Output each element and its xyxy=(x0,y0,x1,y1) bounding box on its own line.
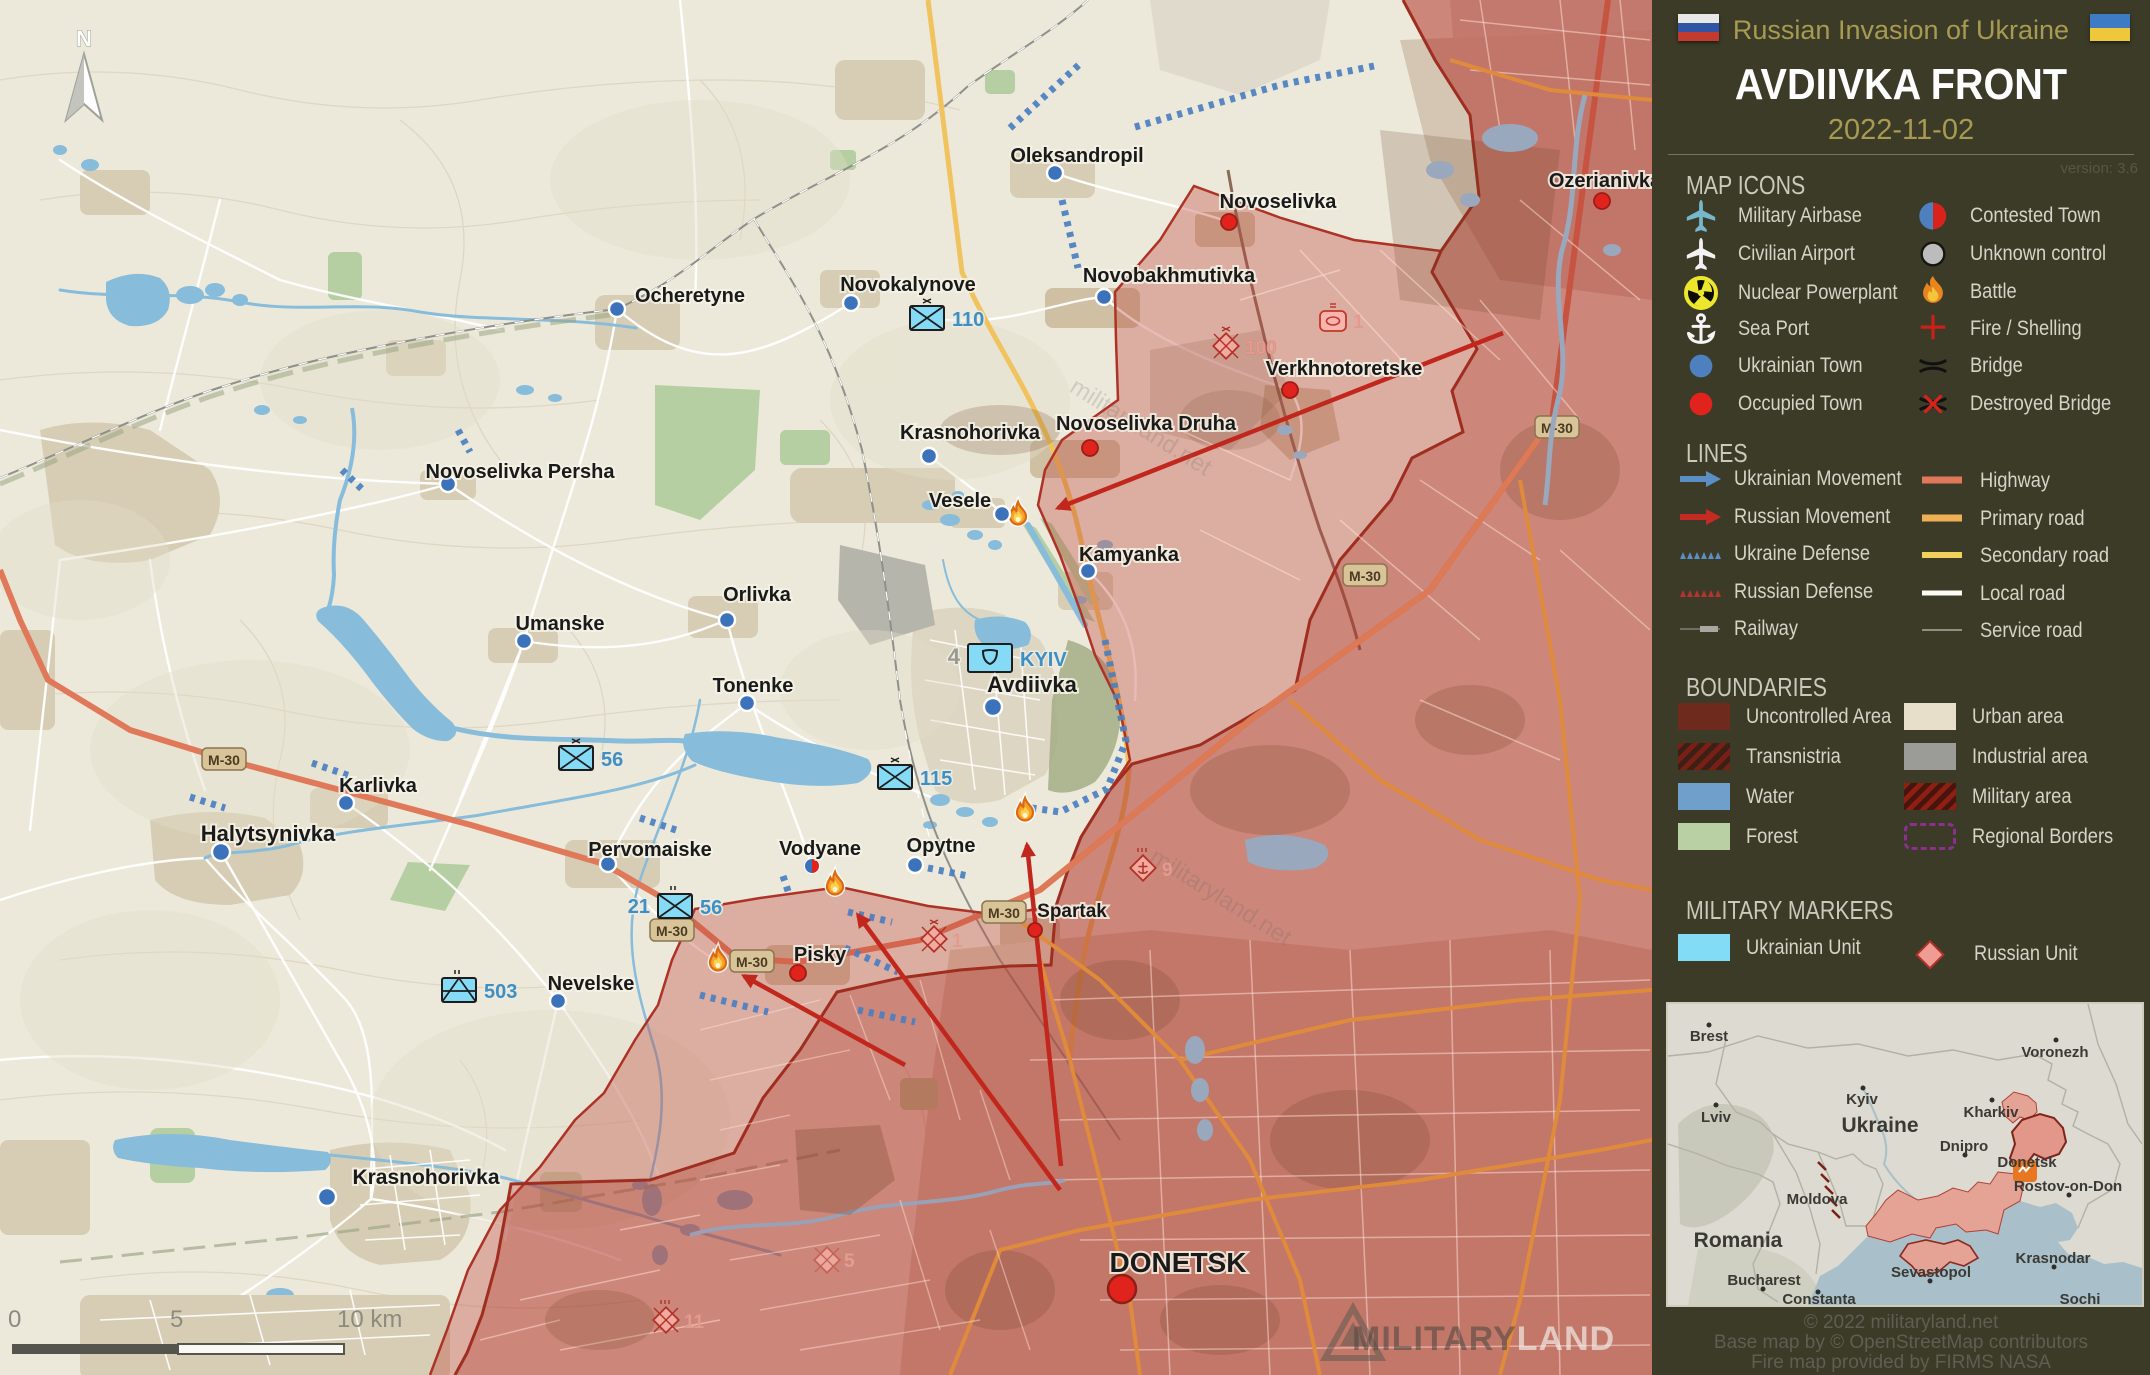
svg-text:Novoselivka Persha: Novoselivka Persha xyxy=(426,461,616,483)
svg-text:Kharkiv: Kharkiv xyxy=(1963,1104,2019,1121)
svg-text:Umanske: Umanske xyxy=(516,613,605,635)
svg-text:Kamyanka: Kamyanka xyxy=(1079,544,1180,566)
svg-text:Dnipro: Dnipro xyxy=(1940,1138,1988,1155)
svg-text:115: 115 xyxy=(920,768,952,790)
svg-text:M-30: M-30 xyxy=(1349,568,1381,584)
svg-text:Pervomaiske: Pervomaiske xyxy=(588,839,711,861)
svg-text:Kyiv: Kyiv xyxy=(1846,1091,1878,1108)
svg-text:1: 1 xyxy=(1353,312,1364,333)
svg-text:Sochi: Sochi xyxy=(2060,1291,2101,1305)
svg-text:M-30: M-30 xyxy=(736,954,768,970)
svg-text:Moldova: Moldova xyxy=(1787,1191,1848,1208)
svg-text:Verkhnotoretske: Verkhnotoretske xyxy=(1266,358,1423,380)
svg-text:Nevelske: Nevelske xyxy=(548,973,635,995)
svg-text:5: 5 xyxy=(170,1306,183,1333)
svg-text:Novoselivka: Novoselivka xyxy=(1220,191,1338,213)
svg-text:Novokalynove: Novokalynove xyxy=(840,274,976,296)
svg-text:56: 56 xyxy=(601,749,623,771)
svg-text:Voronezh: Voronezh xyxy=(2021,1044,2088,1061)
svg-text:M-30: M-30 xyxy=(656,923,688,939)
svg-text:11: 11 xyxy=(684,1312,705,1333)
svg-text:Novobakhmutivka: Novobakhmutivka xyxy=(1083,265,1256,287)
svg-text:M-30: M-30 xyxy=(988,905,1020,921)
svg-text:Krasnodar: Krasnodar xyxy=(2015,1250,2090,1267)
svg-text:M-30: M-30 xyxy=(208,752,240,768)
svg-text:Krasnohorivka: Krasnohorivka xyxy=(900,422,1041,444)
svg-text:M-30: M-30 xyxy=(1541,420,1573,436)
svg-text:Novoselivka Druha: Novoselivka Druha xyxy=(1056,413,1237,435)
svg-text:5: 5 xyxy=(844,1251,855,1272)
svg-text:Donetsk: Donetsk xyxy=(1997,1154,2057,1171)
svg-text:Pisky: Pisky xyxy=(794,944,847,966)
svg-text:Avdiivka: Avdiivka xyxy=(987,672,1077,697)
svg-text:Orlivka: Orlivka xyxy=(723,584,792,606)
svg-text:Constanta: Constanta xyxy=(1782,1291,1856,1305)
svg-text:Lviv: Lviv xyxy=(1701,1109,1732,1126)
svg-text:Romania: Romania xyxy=(1694,1229,1783,1252)
svg-text:MILITARYLAND: MILITARYLAND xyxy=(1352,1320,1615,1358)
svg-text:100: 100 xyxy=(1245,338,1277,359)
svg-text:Opytne: Opytne xyxy=(907,835,976,857)
svg-text:Ukraine: Ukraine xyxy=(1841,1114,1918,1137)
svg-text:4: 4 xyxy=(948,644,961,669)
svg-text:Ocheretyne: Ocheretyne xyxy=(635,285,745,307)
svg-text:9: 9 xyxy=(1162,860,1173,881)
svg-text:Halytsynivka: Halytsynivka xyxy=(201,821,336,846)
svg-text:Spartak: Spartak xyxy=(1037,901,1107,922)
svg-text:Ozerianivka: Ozerianivka xyxy=(1549,170,1652,192)
svg-text:503: 503 xyxy=(484,981,517,1003)
svg-text:Rostov-on-Don: Rostov-on-Don xyxy=(2014,1178,2122,1195)
svg-text:Sevastopol: Sevastopol xyxy=(1891,1264,1971,1281)
svg-text:10 km: 10 km xyxy=(337,1306,402,1333)
svg-text:Bucharest: Bucharest xyxy=(1727,1272,1800,1289)
svg-text:N: N xyxy=(76,26,92,51)
svg-text:21: 21 xyxy=(628,896,650,918)
svg-text:Vodyane: Vodyane xyxy=(779,838,861,860)
svg-text:Brest: Brest xyxy=(1690,1028,1728,1045)
svg-text:Karlivka: Karlivka xyxy=(339,775,418,797)
svg-text:DONETSK: DONETSK xyxy=(1110,1247,1247,1278)
svg-text:KYIV: KYIV xyxy=(1020,649,1067,671)
svg-text:Krasnohorivka: Krasnohorivka xyxy=(352,1166,499,1189)
svg-text:Oleksandropil: Oleksandropil xyxy=(1010,145,1143,167)
svg-text:110: 110 xyxy=(952,309,984,331)
svg-text:1: 1 xyxy=(952,931,963,952)
svg-text:56: 56 xyxy=(700,897,722,919)
svg-text:0: 0 xyxy=(8,1306,21,1333)
svg-text:Tonenke: Tonenke xyxy=(713,675,794,697)
svg-text:Vesele: Vesele xyxy=(929,490,991,512)
